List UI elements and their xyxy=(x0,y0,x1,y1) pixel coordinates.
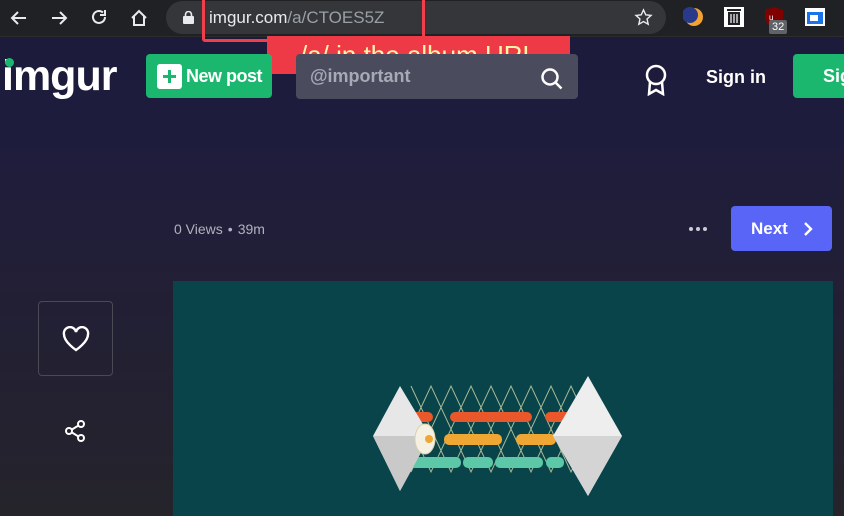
search-input[interactable]: @important xyxy=(296,54,578,99)
next-label: Next xyxy=(751,219,788,238)
search-value: @important xyxy=(310,66,411,86)
reload-button[interactable] xyxy=(87,6,111,30)
plus-icon xyxy=(157,63,182,89)
meta-separator: • xyxy=(227,221,233,237)
home-button[interactable] xyxy=(127,6,151,30)
arrow-left-icon xyxy=(10,11,26,25)
post-image[interactable] xyxy=(173,281,833,516)
award-ribbon-icon[interactable] xyxy=(643,64,669,96)
like-button[interactable] xyxy=(38,301,113,376)
illustration-graphic xyxy=(373,376,622,496)
forward-button[interactable] xyxy=(47,6,71,30)
sign-up-label: Sig xyxy=(823,66,844,86)
sign-in-link[interactable]: Sign in xyxy=(706,67,766,88)
search-icon[interactable] xyxy=(540,67,564,91)
lock-icon xyxy=(183,11,194,24)
new-post-button[interactable]: New post xyxy=(146,54,272,98)
post-age: 39m xyxy=(237,221,265,237)
extension-window-icon[interactable] xyxy=(804,6,826,28)
heart-icon xyxy=(62,325,89,351)
reload-icon xyxy=(92,9,106,24)
extension-moon-icon[interactable] xyxy=(682,6,705,28)
bookmark-star-icon[interactable] xyxy=(634,8,653,27)
more-options-icon[interactable] xyxy=(688,222,708,236)
arrow-right-icon xyxy=(52,11,68,25)
chevron-right-icon xyxy=(804,222,813,236)
view-count: 0 Views xyxy=(174,221,223,237)
extension-trash-icon[interactable] xyxy=(723,6,745,28)
post-meta: 0 Views • 39m xyxy=(174,221,265,237)
next-post-button[interactable]: Next xyxy=(731,206,832,251)
sign-up-button[interactable]: Sig xyxy=(793,54,844,98)
home-icon xyxy=(131,9,147,26)
share-icon[interactable] xyxy=(64,419,86,443)
back-button[interactable] xyxy=(7,6,31,30)
imgur-logo[interactable]: imgur xyxy=(2,54,117,98)
new-post-label: New post xyxy=(186,65,263,86)
ublock-count-badge: 32 xyxy=(769,20,788,34)
logo-green-dot xyxy=(5,58,14,67)
